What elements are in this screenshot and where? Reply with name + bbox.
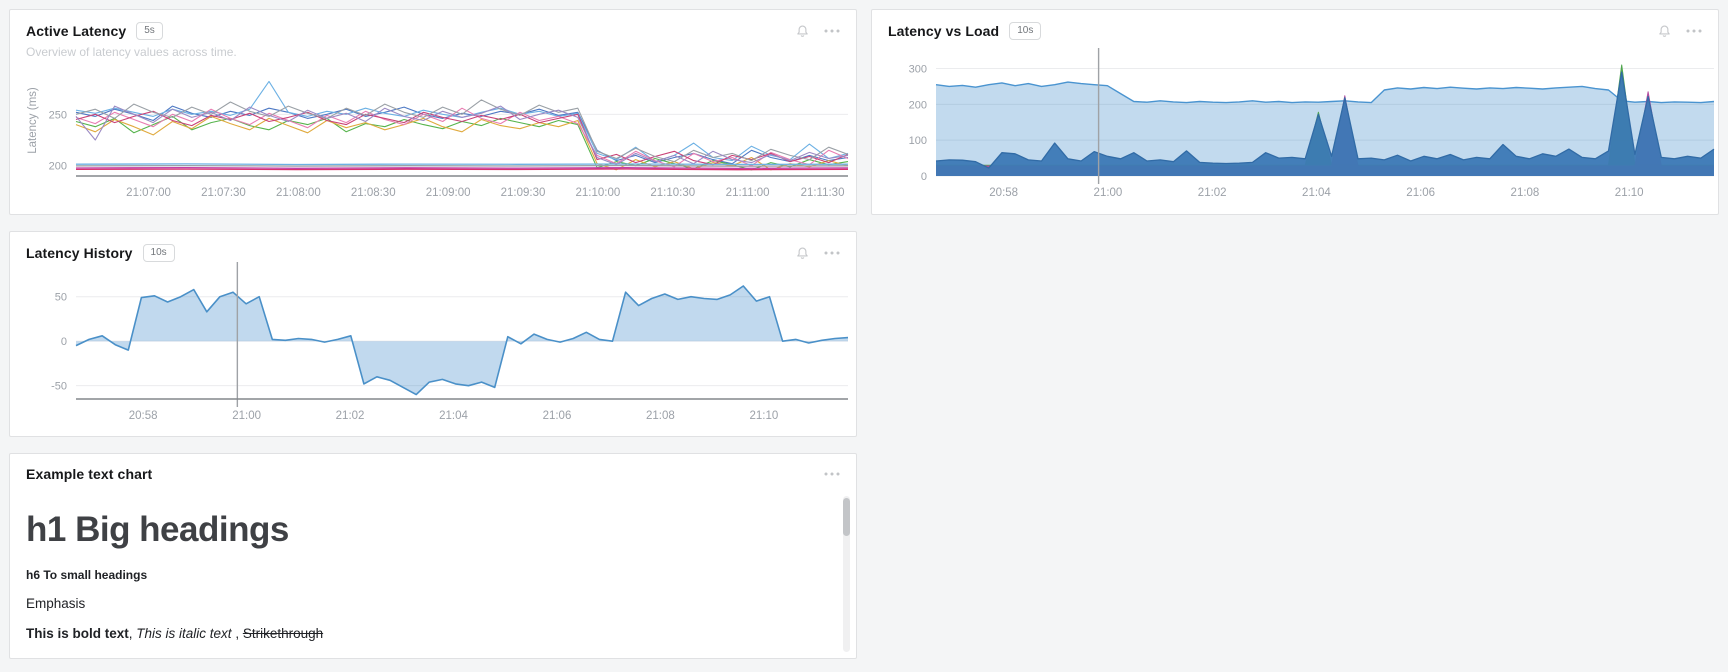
svg-text:Latency (ms): Latency (ms) (27, 87, 39, 154)
svg-text:21:10: 21:10 (1615, 187, 1644, 199)
bell-icon[interactable] (794, 245, 810, 261)
panel-title: Latency vs Load (888, 23, 999, 39)
scrollbar-track[interactable] (843, 496, 850, 652)
strikethrough-text: Strikethrough (243, 626, 323, 641)
panel-active-latency: 250 200 21:07:00 21:07:30 21:08:00 21:08:30 21… (9, 9, 857, 215)
svg-text:21:09:00: 21:09:00 (426, 187, 471, 199)
panel-header: Latency vs Load 10s (872, 10, 1718, 40)
ellipsis-icon[interactable] (824, 23, 840, 39)
svg-text:21:02: 21:02 (1198, 187, 1227, 199)
panel-header: Example text chart (10, 454, 856, 482)
panel-title: Active Latency (26, 23, 126, 39)
svg-text:21:08:00: 21:08:00 (276, 187, 321, 199)
svg-text:21:08: 21:08 (646, 410, 675, 422)
svg-text:21:07:30: 21:07:30 (201, 187, 246, 199)
svg-text:250: 250 (49, 109, 67, 121)
svg-text:100: 100 (909, 135, 927, 147)
svg-text:21:04: 21:04 (439, 410, 468, 422)
svg-text:20:58: 20:58 (129, 410, 158, 422)
svg-text:21:10:30: 21:10:30 (650, 187, 695, 199)
ellipsis-icon[interactable] (824, 466, 840, 482)
panel-title: Example text chart (26, 466, 152, 482)
bell-icon[interactable] (794, 23, 810, 39)
panel-latency-vs-load: 300 200 100 0 20:58 21:00 21:02 21:04 21:06 21:08… (871, 9, 1719, 215)
panel-title: Latency History (26, 245, 133, 261)
svg-text:21:11:30: 21:11:30 (801, 187, 845, 199)
interval-badge: 10s (1009, 22, 1041, 40)
text-h1: h1 Big headings (26, 510, 826, 550)
svg-text:0: 0 (61, 336, 67, 348)
svg-text:20:58: 20:58 (989, 187, 1018, 199)
svg-text:21:10: 21:10 (749, 410, 778, 422)
svg-text:21:04: 21:04 (1302, 187, 1331, 199)
svg-text:200: 200 (49, 161, 67, 173)
panel-header: Active Latency 5s Overview of latency va… (10, 10, 856, 59)
svg-text:21:06: 21:06 (543, 410, 572, 422)
interval-badge: 5s (136, 22, 163, 40)
panel-subtitle: Overview of latency values across time. (26, 45, 840, 59)
latency-history-chart[interactable]: 50 0 -50 20:58 21:00 21:02 21:04 21:06 21:08 21:1… (10, 232, 856, 436)
text-chart-content: h1 Big headings h6 To small headings Emp… (26, 502, 826, 656)
svg-text:21:10:00: 21:10:00 (575, 187, 620, 199)
interval-badge: 10s (143, 244, 175, 262)
svg-text:21:09:30: 21:09:30 (501, 187, 546, 199)
scrollbar-thumb[interactable] (843, 498, 850, 536)
svg-text:21:06: 21:06 (1406, 187, 1435, 199)
ellipsis-icon[interactable] (1686, 23, 1702, 39)
svg-text:21:00: 21:00 (1094, 187, 1123, 199)
svg-text:21:11:00: 21:11:00 (726, 187, 770, 199)
svg-text:21:00: 21:00 (232, 410, 261, 422)
italic-text: This is italic text (136, 626, 231, 641)
svg-text:200: 200 (909, 99, 927, 111)
svg-text:0: 0 (921, 171, 927, 183)
bold-text: This is bold text (26, 626, 129, 641)
panel-text-chart: Example text chart h1 Big headings h6 To… (9, 453, 857, 659)
svg-text:-50: -50 (51, 381, 67, 393)
svg-text:21:02: 21:02 (336, 410, 365, 422)
svg-text:21:07:00: 21:07:00 (126, 187, 171, 199)
text-emphasis: Emphasis (26, 596, 826, 611)
svg-text:300: 300 (909, 64, 927, 76)
svg-text:21:08:30: 21:08:30 (351, 187, 396, 199)
ellipsis-icon[interactable] (824, 245, 840, 261)
panel-latency-history: 50 0 -50 20:58 21:00 21:02 21:04 21:06 21:08 21:1… (9, 231, 857, 437)
text-mixed-line: This is bold text, This is italic text ,… (26, 626, 826, 641)
text-h6: h6 To small headings (26, 568, 826, 582)
svg-text:50: 50 (55, 292, 67, 304)
latency-vs-load-chart[interactable]: 300 200 100 0 20:58 21:00 21:02 21:04 21:06 21:08… (872, 10, 1718, 214)
bell-icon[interactable] (1656, 23, 1672, 39)
panel-header: Latency History 10s (10, 232, 856, 262)
svg-text:21:08: 21:08 (1511, 187, 1540, 199)
separator: , (232, 626, 243, 641)
